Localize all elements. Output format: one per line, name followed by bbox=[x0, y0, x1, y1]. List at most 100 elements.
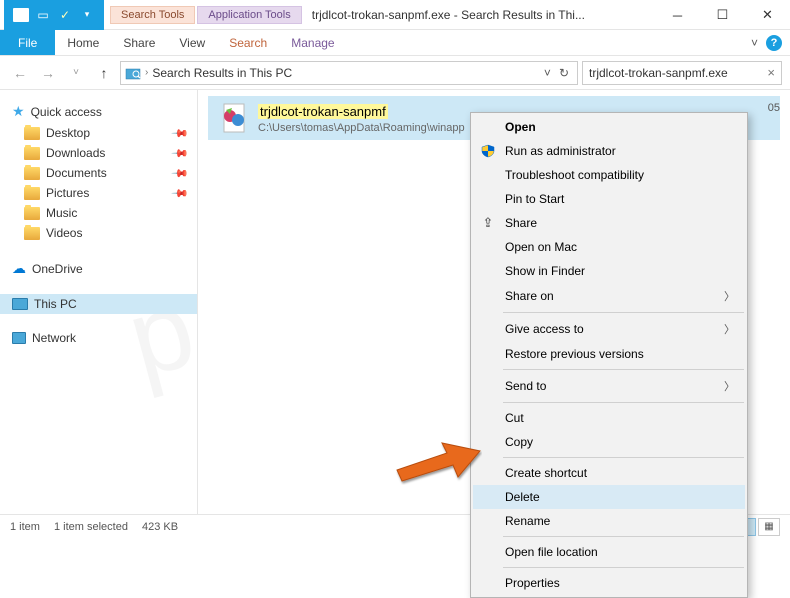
this-pc-icon bbox=[12, 298, 28, 310]
address-bar-row: ← → ˅ ↑ › Search Results in This PC ˅ ↻ … bbox=[0, 56, 790, 90]
cm-properties[interactable]: Properties bbox=[473, 571, 745, 595]
sidebar-item-label: Music bbox=[46, 206, 77, 220]
address-box[interactable]: › Search Results in This PC ˅ ↻ bbox=[120, 61, 578, 85]
title-bar: ▭ ✓ ▾ Search Tools Application Tools trj… bbox=[0, 0, 790, 30]
cm-copy[interactable]: Copy bbox=[473, 430, 745, 454]
sidebar-item-pictures[interactable]: Pictures📌 bbox=[0, 183, 197, 203]
window-title: trjdlcot-trokan-sanpmf.exe - Search Resu… bbox=[312, 8, 655, 22]
qat-dropdown-icon[interactable]: ▾ bbox=[78, 6, 96, 24]
cm-create-shortcut[interactable]: Create shortcut bbox=[473, 461, 745, 485]
folder-icon bbox=[24, 207, 40, 220]
sidebar-network[interactable]: Network bbox=[0, 328, 197, 348]
sidebar-label: This PC bbox=[34, 297, 77, 311]
home-tab[interactable]: Home bbox=[55, 30, 111, 55]
sidebar-label: Quick access bbox=[31, 105, 102, 119]
cm-run-as-admin[interactable]: Run as administrator bbox=[473, 139, 745, 163]
recent-dropdown-icon[interactable]: ˅ bbox=[64, 61, 88, 85]
cm-delete[interactable]: Delete bbox=[473, 485, 745, 509]
result-date-fragment: 05 bbox=[768, 96, 780, 120]
pin-icon: 📌 bbox=[171, 124, 190, 143]
chevron-right-icon[interactable]: › bbox=[145, 67, 148, 78]
sidebar-item-music[interactable]: Music bbox=[0, 203, 197, 223]
quick-access-icon: ★ bbox=[12, 103, 25, 120]
cm-send-to[interactable]: Send to〉 bbox=[473, 373, 745, 399]
status-selected: 1 item selected bbox=[54, 521, 128, 533]
sidebar-item-label: Desktop bbox=[46, 126, 90, 140]
sidebar-this-pc[interactable]: This PC bbox=[0, 294, 197, 314]
minimize-button[interactable]: ─ bbox=[655, 0, 700, 30]
address-path: Search Results in This PC bbox=[152, 66, 540, 80]
close-button[interactable]: ✕ bbox=[745, 0, 790, 30]
menu-separator bbox=[503, 369, 744, 370]
folder-icon bbox=[24, 167, 40, 180]
sidebar-item-label: Pictures bbox=[46, 186, 89, 200]
cm-give-access[interactable]: Give access to〉 bbox=[473, 316, 745, 342]
maximize-button[interactable]: ☐ bbox=[700, 0, 745, 30]
context-menu: Open Run as administrator Troubleshoot c… bbox=[470, 112, 748, 598]
menu-separator bbox=[503, 312, 744, 313]
sidebar-item-downloads[interactable]: Downloads 📌 bbox=[0, 143, 197, 163]
quick-access-toolbar: ▭ ✓ ▾ bbox=[4, 0, 104, 30]
search-input[interactable]: trjdlcot-trokan-sanpmf.exe × bbox=[582, 61, 782, 85]
cm-show-finder[interactable]: Show in Finder bbox=[473, 259, 745, 283]
help-icon[interactable]: ? bbox=[766, 35, 782, 51]
view-tab[interactable]: View bbox=[167, 30, 217, 55]
sidebar-item-label: Videos bbox=[46, 226, 82, 240]
cm-open-mac[interactable]: Open on Mac bbox=[473, 235, 745, 259]
menu-separator bbox=[503, 567, 744, 568]
share-tab[interactable]: Share bbox=[111, 30, 167, 55]
sidebar-item-documents[interactable]: Documents 📌 bbox=[0, 163, 197, 183]
search-tools-tab-header: Search Tools bbox=[110, 6, 195, 24]
status-item-count: 1 item bbox=[10, 521, 40, 533]
new-folder-qat-icon[interactable]: ✓ bbox=[56, 6, 74, 24]
back-button[interactable]: ← bbox=[8, 61, 32, 85]
search-value: trjdlcot-trokan-sanpmf.exe bbox=[589, 66, 767, 80]
file-tab[interactable]: File bbox=[0, 30, 55, 55]
folder-icon bbox=[24, 187, 40, 200]
pin-icon: 📌 bbox=[171, 144, 190, 163]
network-icon bbox=[12, 332, 26, 344]
large-icons-view-button[interactable]: ▦ bbox=[758, 518, 780, 536]
refresh-icon[interactable]: ↻ bbox=[555, 66, 573, 80]
folder-icon bbox=[24, 227, 40, 240]
sidebar-onedrive[interactable]: ☁OneDrive bbox=[0, 257, 197, 280]
share-icon: ⇪ bbox=[479, 214, 497, 232]
folder-icon bbox=[24, 147, 40, 160]
cm-open[interactable]: Open bbox=[473, 115, 745, 139]
application-tools-tab-header: Application Tools bbox=[197, 6, 301, 24]
sidebar-quick-access[interactable]: ★ Quick access bbox=[0, 100, 197, 123]
status-size: 423 KB bbox=[142, 521, 178, 533]
cm-pin-start[interactable]: Pin to Start bbox=[473, 187, 745, 211]
address-dropdown-icon[interactable]: ˅ bbox=[540, 66, 555, 80]
sidebar-label: Network bbox=[32, 331, 76, 345]
forward-button: → bbox=[36, 61, 60, 85]
cm-restore[interactable]: Restore previous versions bbox=[473, 342, 745, 366]
cm-rename[interactable]: Rename bbox=[473, 509, 745, 533]
collapse-ribbon-icon[interactable]: ˅ bbox=[747, 36, 762, 50]
properties-qat-icon[interactable]: ▭ bbox=[34, 6, 52, 24]
cm-open-location[interactable]: Open file location bbox=[473, 540, 745, 564]
ribbon-tabs: File Home Share View Search Manage ˅ ? bbox=[0, 30, 790, 56]
clear-search-icon[interactable]: × bbox=[767, 65, 775, 80]
pin-icon: 📌 bbox=[171, 164, 190, 183]
navigation-pane: ★ Quick access Desktop 📌 Downloads 📌 Docum… bbox=[0, 90, 198, 514]
search-folder-icon bbox=[125, 66, 141, 80]
manage-tab[interactable]: Manage bbox=[279, 30, 346, 55]
chevron-right-icon: 〉 bbox=[724, 378, 735, 394]
menu-separator bbox=[503, 536, 744, 537]
cm-cut[interactable]: Cut bbox=[473, 406, 745, 430]
exe-file-icon bbox=[218, 102, 250, 134]
sidebar-item-videos[interactable]: Videos bbox=[0, 223, 197, 243]
chevron-right-icon: 〉 bbox=[724, 288, 735, 304]
result-filepath: C:\Users\tomas\AppData\Roaming\winapp bbox=[258, 122, 465, 134]
folder-icon bbox=[24, 127, 40, 140]
search-tab[interactable]: Search bbox=[217, 30, 279, 55]
sidebar-item-label: Documents bbox=[46, 166, 107, 180]
sidebar-item-label: Downloads bbox=[46, 146, 105, 160]
cm-troubleshoot[interactable]: Troubleshoot compatibility bbox=[473, 163, 745, 187]
cm-share-on[interactable]: Share on〉 bbox=[473, 283, 745, 309]
menu-separator bbox=[503, 402, 744, 403]
up-button[interactable]: ↑ bbox=[92, 61, 116, 85]
sidebar-item-desktop[interactable]: Desktop 📌 bbox=[0, 123, 197, 143]
cm-share[interactable]: ⇪ Share bbox=[473, 211, 745, 235]
